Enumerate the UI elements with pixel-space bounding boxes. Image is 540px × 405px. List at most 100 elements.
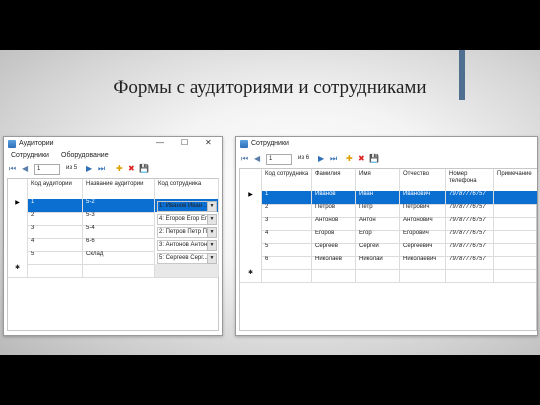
close-icon[interactable]: ✕ xyxy=(205,138,212,147)
table-cell[interactable]: 79787776757 xyxy=(446,191,494,204)
table-cell[interactable]: 79787776757 xyxy=(446,230,494,243)
menu-oborudovanie[interactable]: Оборудование xyxy=(61,152,109,159)
table-cell[interactable]: 5 xyxy=(28,251,83,264)
table-cell[interactable] xyxy=(446,269,494,282)
table-cell[interactable]: Петров xyxy=(312,204,356,217)
table-row[interactable]: 5 Сергеев Сергей Сергеевич 79787776757 xyxy=(240,243,536,257)
column-header[interactable]: Код сотрудника xyxy=(262,169,312,191)
table-cell[interactable] xyxy=(83,264,155,277)
menu-sotrudniki[interactable]: Сотрудники xyxy=(11,152,49,159)
move-next-icon[interactable]: ▶ xyxy=(86,164,92,174)
table-row[interactable]: 5 Склад 5: Сергеев Серг... ▼ xyxy=(8,251,219,265)
table-cell[interactable]: Петр xyxy=(356,204,400,217)
table-cell[interactable]: 4 xyxy=(262,230,312,243)
column-header[interactable]: Номер телефона xyxy=(446,169,494,191)
table-cell[interactable]: 6 xyxy=(262,256,312,269)
table-cell[interactable]: 5-2 xyxy=(83,199,155,212)
table-cell[interactable]: Антон xyxy=(356,217,400,230)
employee-combo[interactable]: 2: Петров Петр П... ▼ xyxy=(155,225,219,238)
table-cell[interactable]: 5 xyxy=(262,243,312,256)
table-cell[interactable]: 3 xyxy=(262,217,312,230)
chevron-down-icon[interactable]: ▼ xyxy=(207,227,217,238)
table-cell[interactable] xyxy=(494,191,537,204)
table-row[interactable]: 2 5-3 4: Егоров Егор Ег... ▼ xyxy=(8,212,219,226)
column-header[interactable]: Имя xyxy=(356,169,400,191)
delete-icon[interactable]: ✖ xyxy=(128,164,135,174)
employee-combo[interactable]: 5: Сергеев Серг... ▼ xyxy=(155,251,219,264)
table-cell[interactable] xyxy=(494,256,537,269)
table-row[interactable]: ▶ 1 5-2 1: Иванов Иван ... ▼ xyxy=(8,199,219,213)
chevron-down-icon[interactable]: ▼ xyxy=(207,201,217,212)
table-cell[interactable]: Николай xyxy=(356,256,400,269)
table-cell[interactable]: 3 xyxy=(28,225,83,238)
table-row[interactable]: 4 6-6 3: Антонов Антон ... ▼ xyxy=(8,238,219,252)
add-icon[interactable]: ✚ xyxy=(116,164,123,174)
table-row[interactable]: 2 Петров Петр Петрович 79787776757 xyxy=(240,204,536,218)
move-last-icon[interactable]: ⏭ xyxy=(98,164,105,174)
table-cell[interactable] xyxy=(400,269,446,282)
table-cell[interactable] xyxy=(28,264,83,277)
employee-combo[interactable]: 3: Антонов Антон ... ▼ xyxy=(155,238,219,251)
new-row[interactable]: ✱ xyxy=(240,269,536,283)
table-cell[interactable]: Егор xyxy=(356,230,400,243)
table-cell[interactable]: 1 xyxy=(28,199,83,212)
table-cell[interactable]: 4 xyxy=(28,238,83,251)
move-prev-icon[interactable]: ◀ xyxy=(22,164,28,174)
table-row[interactable]: ▶ 1 Иванов Иван Иванович 79787776757 xyxy=(240,191,537,205)
column-header[interactable]: Примечание xyxy=(494,169,537,191)
table-cell[interactable]: 79787776757 xyxy=(446,243,494,256)
table-cell[interactable] xyxy=(494,230,537,243)
position-input[interactable]: 1 xyxy=(34,164,60,175)
move-first-icon[interactable]: ⏮ xyxy=(241,154,248,164)
add-icon[interactable]: ✚ xyxy=(346,154,353,164)
table-cell[interactable]: Николаевич xyxy=(400,256,446,269)
table-cell[interactable] xyxy=(494,269,537,282)
table-cell[interactable]: 5-4 xyxy=(83,225,155,238)
save-icon[interactable]: 💾 xyxy=(139,164,149,174)
move-prev-icon[interactable]: ◀ xyxy=(254,154,260,164)
table-cell[interactable]: 2 xyxy=(28,212,83,225)
new-row[interactable]: ✱ xyxy=(8,264,219,278)
sotrudniki-grid[interactable]: Код сотрудника Фамилия Имя Отчество Номе… xyxy=(239,168,537,331)
table-cell[interactable]: Антонов xyxy=(312,217,356,230)
table-cell[interactable]: 6-6 xyxy=(83,238,155,251)
column-header[interactable]: Код сотрудника xyxy=(155,179,219,199)
table-cell[interactable]: Сергеевич xyxy=(400,243,446,256)
maximize-icon[interactable]: ☐ xyxy=(181,138,188,147)
auditorii-grid[interactable]: Код аудитории Название аудитории Код сот… xyxy=(7,178,219,331)
table-cell[interactable]: 5-3 xyxy=(83,212,155,225)
table-cell[interactable]: Иванов xyxy=(312,191,356,204)
move-next-icon[interactable]: ▶ xyxy=(318,154,324,164)
table-cell[interactable]: Николаев xyxy=(312,256,356,269)
table-cell[interactable]: 2 xyxy=(262,204,312,217)
table-cell[interactable]: 1 xyxy=(262,191,312,204)
table-row[interactable]: 3 5-4 2: Петров Петр П... ▼ xyxy=(8,225,219,239)
delete-icon[interactable]: ✖ xyxy=(358,154,365,164)
column-header[interactable]: Отчество xyxy=(400,169,446,191)
employee-combo[interactable]: 1: Иванов Иван ... ▼ xyxy=(155,199,219,212)
table-cell[interactable]: Сергей xyxy=(356,243,400,256)
table-cell[interactable]: 79787776757 xyxy=(446,256,494,269)
employee-combo[interactable]: 4: Егоров Егор Ег... ▼ xyxy=(155,212,219,225)
table-cell[interactable] xyxy=(494,217,537,230)
column-header[interactable]: Фамилия xyxy=(312,169,356,191)
table-cell[interactable]: Егорович xyxy=(400,230,446,243)
table-cell[interactable]: Сергеев xyxy=(312,243,356,256)
table-cell[interactable] xyxy=(494,204,537,217)
chevron-down-icon[interactable]: ▼ xyxy=(207,253,217,264)
minimize-icon[interactable]: — xyxy=(156,138,164,147)
table-cell[interactable]: Петрович xyxy=(400,204,446,217)
table-cell[interactable]: Иван xyxy=(356,191,400,204)
table-cell[interactable]: 79787776757 xyxy=(446,204,494,217)
table-cell[interactable]: 79787776757 xyxy=(446,217,494,230)
table-cell[interactable]: Склад xyxy=(83,251,155,264)
table-row[interactable]: 4 Егоров Егор Егорович 79787776757 xyxy=(240,230,536,244)
table-cell[interactable]: Егоров xyxy=(312,230,356,243)
column-header[interactable]: Название аудитории xyxy=(83,179,155,199)
move-last-icon[interactable]: ⏭ xyxy=(330,154,337,164)
table-row[interactable]: 3 Антонов Антон Антонович 79787776757 xyxy=(240,217,536,231)
table-cell[interactable] xyxy=(312,269,356,282)
chevron-down-icon[interactable]: ▼ xyxy=(207,240,217,251)
employee-combo[interactable] xyxy=(155,264,219,277)
table-cell[interactable] xyxy=(356,269,400,282)
